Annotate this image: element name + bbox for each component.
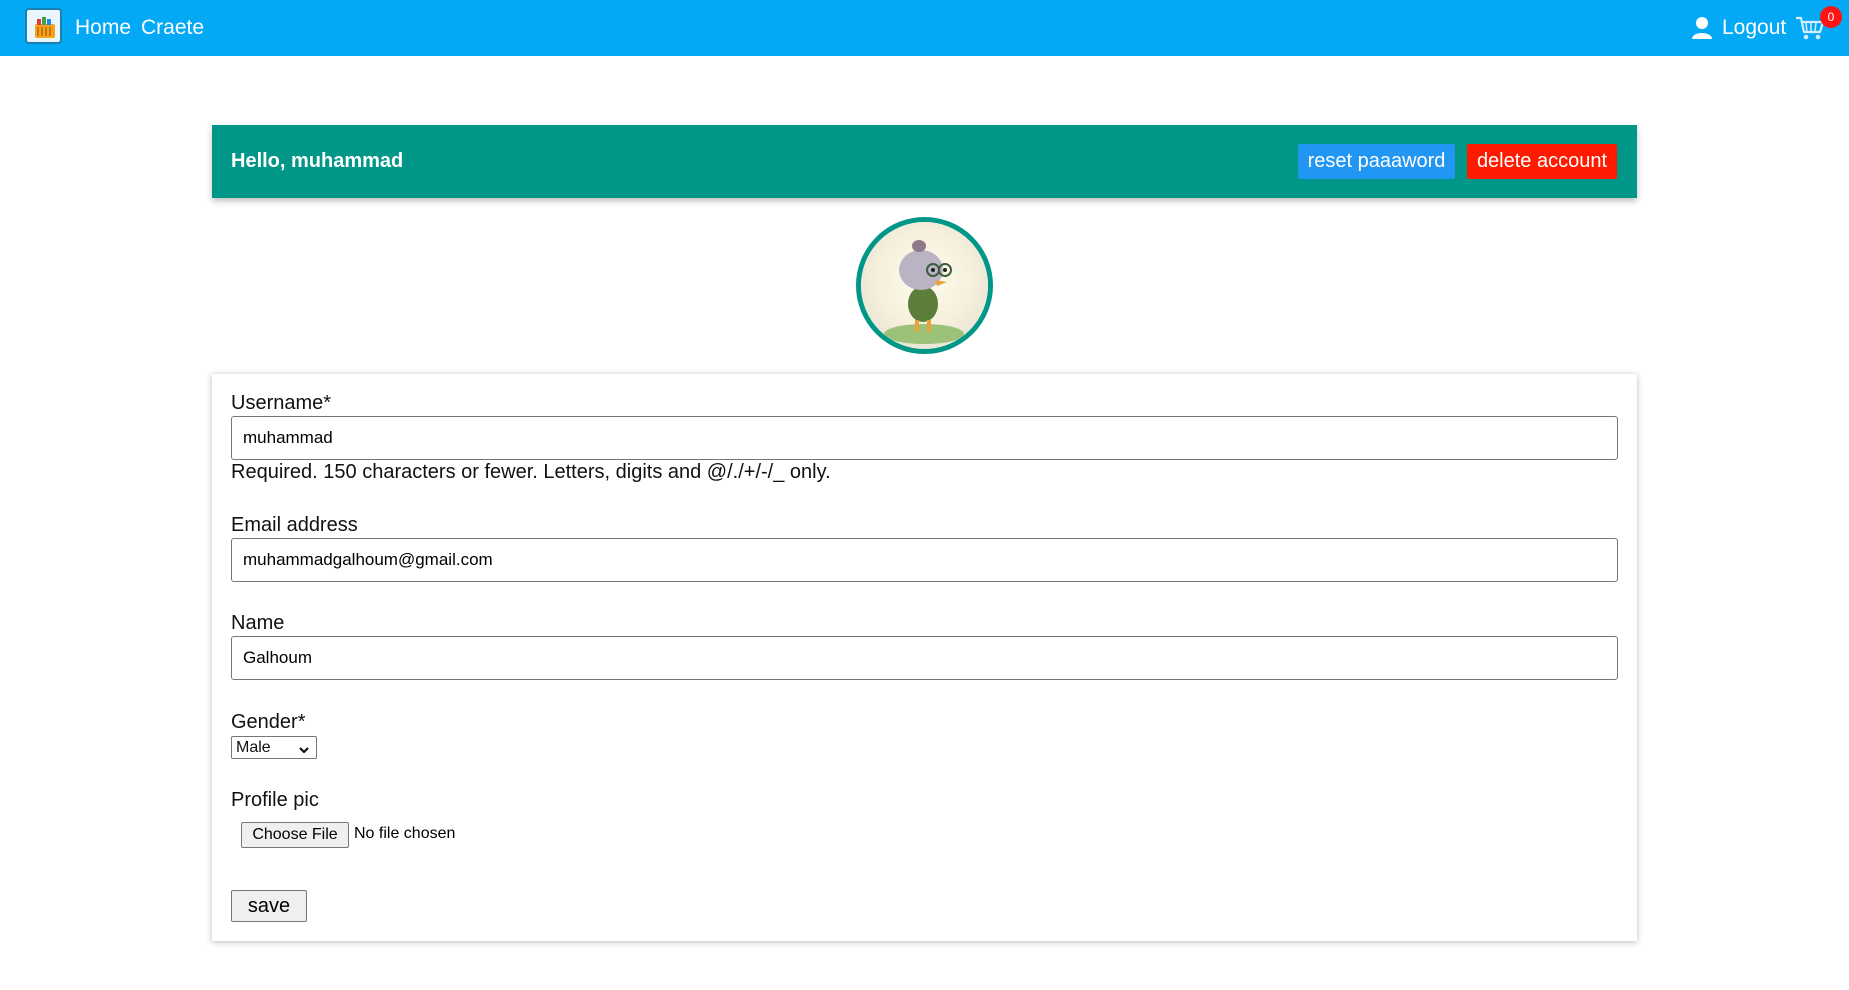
name-label: Name — [231, 612, 285, 634]
shopping-basket-logo-icon[interactable] — [25, 8, 62, 44]
nav-home-link[interactable]: Home — [75, 16, 131, 40]
gender-selected-value: Male — [236, 739, 271, 756]
choose-file-button[interactable]: Choose File — [241, 822, 349, 848]
profile-pic-label: Profile pic — [231, 789, 319, 811]
username-label: Username* — [231, 392, 332, 414]
gender-select[interactable]: Male — [231, 736, 317, 759]
avatar — [856, 217, 993, 354]
greeting-text: Hello, muhammad — [231, 150, 404, 172]
username-field[interactable] — [231, 416, 1618, 460]
profile-form-card: Username* Required. 150 characters or fe… — [212, 374, 1637, 941]
cartoon-chicken-avatar-icon — [861, 222, 988, 349]
reset-password-button[interactable]: reset paaaword — [1298, 144, 1455, 179]
email-field[interactable] — [231, 538, 1618, 582]
email-label: Email address — [231, 514, 358, 536]
nav-logout-link[interactable]: Logout — [1722, 16, 1786, 40]
chevron-down-icon — [298, 741, 310, 754]
nav-create-link[interactable]: Craete — [141, 16, 204, 40]
delete-account-button[interactable]: delete account — [1467, 144, 1617, 179]
greeting-bar: Hello, muhammad reset paaaword delete ac… — [212, 125, 1637, 198]
user-icon — [1691, 16, 1713, 40]
name-field[interactable] — [231, 636, 1618, 680]
gender-label: Gender* — [231, 711, 306, 733]
save-button[interactable]: save — [231, 890, 307, 922]
top-navbar: Home Craete Logout 0 — [0, 0, 1849, 56]
file-status-text: No file chosen — [354, 825, 456, 842]
cart-count-badge: 0 — [1820, 6, 1842, 28]
username-help-text: Required. 150 characters or fewer. Lette… — [231, 461, 831, 483]
